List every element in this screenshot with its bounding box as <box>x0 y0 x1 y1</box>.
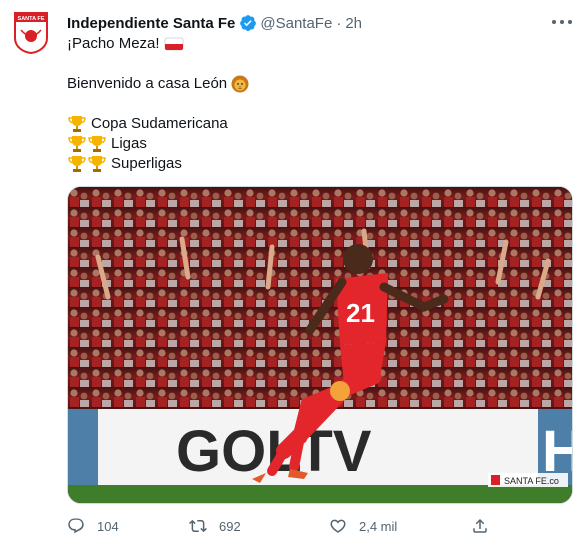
santa-fe-crest-icon: SANTA FE <box>14 12 48 55</box>
verified-badge-icon <box>240 15 257 31</box>
trophy-icon <box>68 156 86 172</box>
retweet-count: 692 <box>219 518 241 534</box>
tweet-text: Copa Sudamericana <box>91 115 228 132</box>
trophy-icon <box>88 156 106 172</box>
tweet-text: Superligas <box>111 155 182 172</box>
avatar[interactable]: SANTA FE <box>14 12 48 55</box>
jersey-number: 21 <box>346 298 375 328</box>
reply-icon <box>68 518 84 534</box>
tweet-text: Bienvenido a casa León <box>67 75 232 92</box>
tweet-text: Ligas <box>111 135 147 152</box>
more-dot-icon <box>552 20 556 24</box>
tweet-text-line: ¡Pacho Meza! <box>67 34 184 54</box>
tweet-text: ¡Pacho Meza! <box>67 35 164 52</box>
more-dot-icon <box>568 20 572 24</box>
reply-button[interactable]: 104 <box>67 516 119 536</box>
trophy-icon <box>88 136 106 152</box>
more-dot-icon <box>560 20 564 24</box>
retweet-button[interactable]: 692 <box>189 516 241 536</box>
like-count: 2,4 mil <box>359 518 398 534</box>
trophy-icon <box>68 116 86 132</box>
tweet-actions-bar: 104 692 2,4 mil <box>67 516 497 536</box>
tweet-header: Independiente Santa Fe @SantaFe · 2h <box>67 13 362 33</box>
tweet-photo[interactable]: GOLTV H 21 <box>67 186 573 504</box>
tweet-text-line: Superligas <box>67 154 182 174</box>
share-button[interactable] <box>471 516 501 536</box>
separator-dot: · <box>336 14 342 32</box>
share-icon <box>473 518 487 533</box>
heart-icon <box>330 519 346 533</box>
retweet-icon <box>189 519 207 533</box>
like-button[interactable]: 2,4 mil <box>329 516 397 536</box>
more-options-button[interactable] <box>552 14 572 30</box>
tweet-text-line: Bienvenido a casa León <box>67 74 249 94</box>
photo-watermark: SANTA FE.co <box>504 476 559 486</box>
user-handle[interactable]: @SantaFe <box>260 15 332 32</box>
trophy-icon <box>68 136 86 152</box>
reply-count: 104 <box>97 518 119 534</box>
svg-text:SANTA FE: SANTA FE <box>18 16 45 22</box>
timestamp[interactable]: 2h <box>345 15 362 32</box>
tweet-card[interactable]: SANTA FE Independiente Santa Fe @SantaFe… <box>0 0 586 553</box>
display-name[interactable]: Independiente Santa Fe <box>67 15 235 32</box>
football-player-photo: GOLTV H 21 <box>68 187 572 503</box>
tweet-text-line: Copa Sudamericana <box>67 114 228 134</box>
flag-icon <box>164 37 184 51</box>
lion-face-icon <box>231 75 249 93</box>
tweet-text-line: Ligas <box>67 134 147 154</box>
